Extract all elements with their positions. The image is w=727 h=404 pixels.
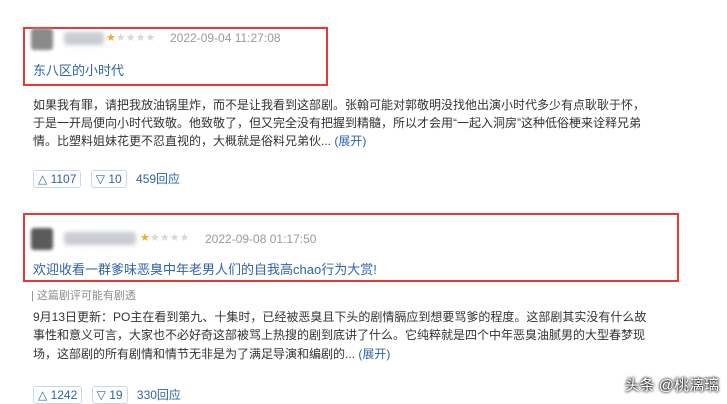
star-icon: ★ <box>179 232 190 244</box>
expand-link[interactable]: (展开) <box>334 134 366 148</box>
star-icon: ★ <box>149 232 160 244</box>
review-body-line: 事性和意义可言，大家也不必好奇这部被骂上热搜的剧到底讲了什么。它纯粹就是四个中年… <box>33 328 646 342</box>
username[interactable] <box>64 232 136 245</box>
review-date: 2022-09-08 01:17:50 <box>205 232 317 246</box>
spoiler-note: | 这篇剧评可能有剧透 <box>31 290 136 302</box>
username[interactable] <box>64 32 104 45</box>
triangle-down-icon: ▽ <box>96 388 106 402</box>
review-date: 2022-09-04 11:27:08 <box>170 31 281 45</box>
review-body-line: 于是一开局便向小时代致敬。他致敬了，但又完全没有把握到精髓，所以才会用“一起入洞… <box>33 116 641 130</box>
star-icon: ★ <box>159 232 170 244</box>
avatar[interactable] <box>31 28 53 50</box>
review-body-line: 场，这部剧的所有剧情和情节无非是为了满足导演和编剧的... (展开) <box>33 347 391 361</box>
review-actions: △ 1242 ▽ 19 330回应 <box>33 386 181 404</box>
triangle-up-icon: △ <box>38 388 48 402</box>
review-body-line: 如果我有罪，请把我放油锅里炸，而不是让我看到这部剧。张翰可能对郭敬明没找他出演小… <box>33 98 646 112</box>
rating-stars: ★★★★★ <box>140 232 189 244</box>
downvote-button[interactable]: ▽ 19 <box>91 386 128 404</box>
review-body-line: 9月13日更新：PO主在看到第九、十集时，已经被恶臭且下头的剧情膈应到想要骂爹的… <box>33 310 647 324</box>
review-title[interactable]: 东八区的小时代 <box>33 63 124 79</box>
star-icon: ★ <box>140 232 150 244</box>
replies-link[interactable]: 459回应 <box>136 172 180 186</box>
triangle-up-icon: △ <box>38 172 48 186</box>
downvote-button[interactable]: ▽ 10 <box>90 170 127 188</box>
star-icon: ★ <box>169 232 180 244</box>
review-body-line: 情。比塑料姐妹花更不忍直视的，大概就是俗料兄弟伙... (展开) <box>33 134 367 148</box>
upvote-button[interactable]: △ 1107 <box>33 170 82 188</box>
review-actions: △ 1107 ▽ 10 459回应 <box>33 170 180 188</box>
upvote-button[interactable]: △ 1242 <box>33 386 83 404</box>
star-icon: ★ <box>125 32 136 44</box>
replies-link[interactable]: 330回应 <box>137 388 181 402</box>
watermark: 头条 @桃漓璃 <box>624 377 719 394</box>
star-icon: ★ <box>145 32 156 44</box>
star-icon: ★ <box>135 32 146 44</box>
star-icon: ★ <box>106 32 116 44</box>
star-icon: ★ <box>115 32 126 44</box>
review-title[interactable]: 欢迎收看一群爹味恶臭中年老男人们的自我高chao行为大赏! <box>33 262 377 278</box>
expand-link[interactable]: (展开) <box>358 347 390 361</box>
rating-stars: ★★★★★ <box>106 32 155 44</box>
triangle-down-icon: ▽ <box>95 172 105 186</box>
avatar[interactable] <box>31 228 53 250</box>
